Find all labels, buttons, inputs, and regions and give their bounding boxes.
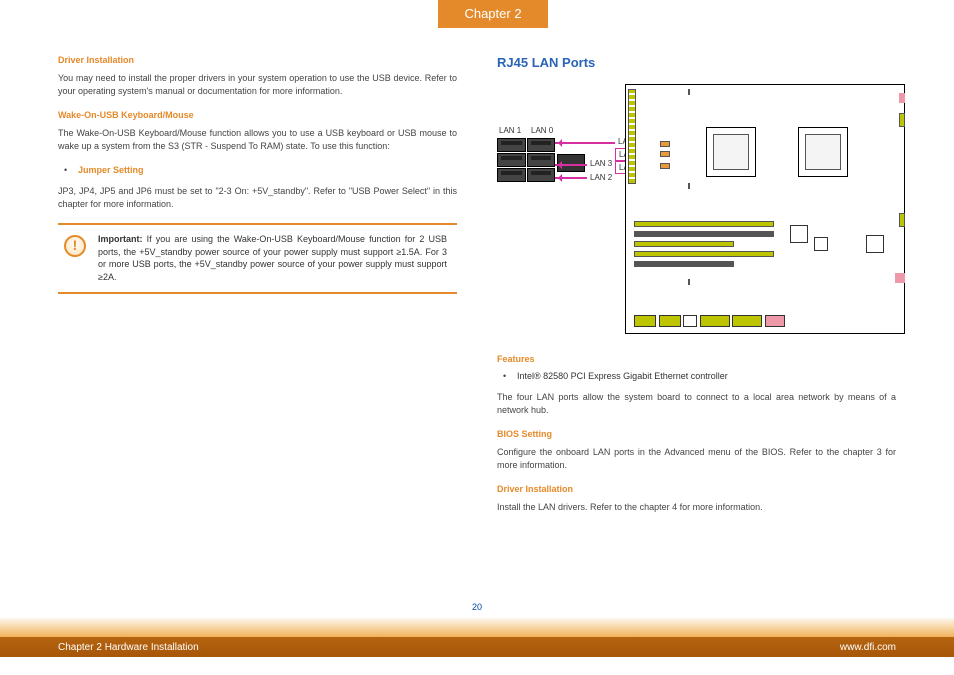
rj45-port	[497, 168, 526, 182]
header-pin	[895, 273, 905, 283]
pci-slot	[634, 221, 774, 227]
arrow-icon	[555, 142, 615, 144]
text-bios: Configure the onboard LAN ports in the A…	[497, 446, 896, 472]
lan3-callout: LAN 3	[587, 158, 615, 169]
rj45-port	[527, 138, 556, 152]
heading-rj45: RJ45 LAN Ports	[497, 55, 896, 70]
important-body: If you are using the Wake-On-USB Keyboar…	[98, 234, 447, 282]
feature-item: Intel® 82580 PCI Express Gigabit Etherne…	[497, 371, 896, 381]
heading-driver-right: Driver Installation	[497, 484, 896, 494]
important-title: Important:	[98, 234, 143, 244]
footer-right: www.dfi.com	[840, 642, 896, 653]
bottom-headers	[634, 315, 896, 329]
cpu-socket-1	[706, 127, 756, 177]
lan1-top-label: LAN 1	[499, 126, 521, 135]
chipset	[790, 225, 808, 243]
bullet-jumper-setting: Jumper Setting	[58, 165, 457, 175]
important-icon: !	[64, 235, 86, 257]
important-box: ! Important: If you are using the Wake-O…	[58, 223, 457, 293]
heading-bios: BIOS Setting	[497, 429, 896, 439]
bullet-jumper-label: Jumper Setting	[78, 165, 144, 175]
rj45-port	[527, 168, 556, 182]
chipset	[866, 235, 884, 253]
heading-features: Features	[497, 354, 896, 364]
motherboard-diagram: LAN 1 LAN 0 LAN 1 LAN 0 LAN 3 LAN 2-3 LA…	[497, 84, 905, 334]
lan0-top-label: LAN 0	[531, 126, 553, 135]
cpu-socket-2	[798, 127, 848, 177]
pci-slot	[634, 251, 774, 257]
rj45-port	[497, 153, 526, 167]
heading-wake-on-usb: Wake-On-USB Keyboard/Mouse	[58, 110, 457, 120]
footer-gradient	[0, 618, 954, 637]
lan-header	[660, 141, 670, 147]
text-jumper-setting: JP3, JP4, JP5 and JP6 must be set to "2-…	[58, 185, 457, 211]
page-number: 20	[0, 602, 954, 612]
chapter-tab: Chapter 2	[438, 0, 548, 28]
pci-slot	[634, 261, 734, 267]
arrow-icon	[555, 164, 587, 166]
footer-left: Chapter 2 Hardware Installation	[58, 642, 199, 653]
lan2-callout: LAN 2	[587, 172, 615, 183]
lan-header	[660, 163, 670, 169]
rj45-port	[527, 153, 556, 167]
rear-io-strip	[628, 89, 636, 184]
arrow-icon	[555, 177, 587, 179]
features-list: Intel® 82580 PCI Express Gigabit Etherne…	[497, 371, 896, 381]
pci-slot	[634, 241, 734, 247]
text-wake-on-usb: The Wake-On-USB Keyboard/Mouse function …	[58, 127, 457, 153]
header-pin	[899, 113, 905, 127]
rj45-port	[497, 138, 526, 152]
motherboard-board	[625, 84, 905, 334]
text-driver-installation: You may need to install the proper drive…	[58, 72, 457, 98]
pci-slot	[634, 231, 774, 237]
footer-bar: Chapter 2 Hardware Installation www.dfi.…	[0, 637, 954, 657]
text-driver-right: Install the LAN drivers. Refer to the ch…	[497, 501, 896, 514]
left-column: Driver Installation You may need to inst…	[58, 55, 457, 595]
page-content: Driver Installation You may need to inst…	[58, 55, 896, 595]
chipset	[814, 237, 828, 251]
lan-header	[660, 151, 670, 157]
right-column: RJ45 LAN Ports LAN 1 LAN 0 LAN 1 LAN 0 L…	[497, 55, 896, 595]
rear-port-stack	[497, 138, 555, 186]
text-features: The four LAN ports allow the system boar…	[497, 391, 896, 417]
header-pin	[899, 213, 905, 227]
heading-driver-installation: Driver Installation	[58, 55, 457, 65]
header-pin	[899, 93, 905, 103]
bullet-list: Jumper Setting	[58, 165, 457, 175]
